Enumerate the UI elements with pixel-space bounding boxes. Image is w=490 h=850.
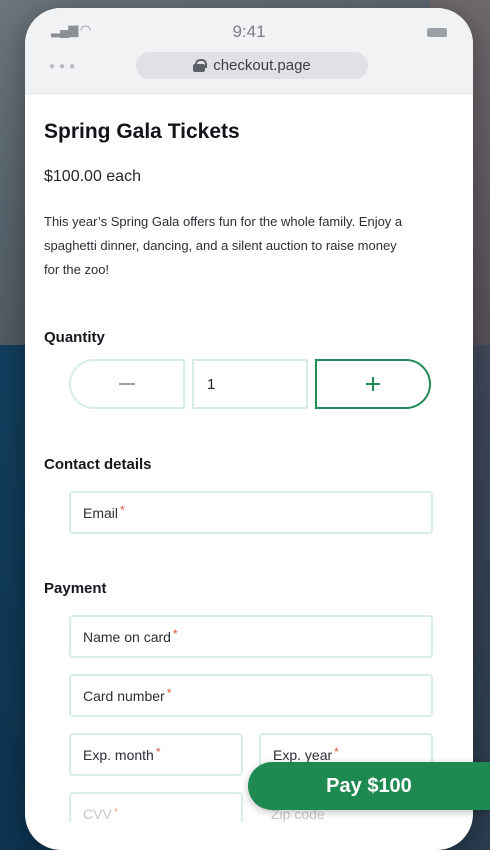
- pay-button[interactable]: Pay $100: [248, 762, 490, 810]
- page-title: Spring Gala Tickets: [44, 120, 240, 143]
- quantity-increment-button[interactable]: [315, 359, 431, 409]
- cvv-field[interactable]: CVV *: [69, 792, 243, 822]
- exp-month-placeholder: Exp. month: [83, 746, 154, 763]
- quantity-input[interactable]: 1: [192, 359, 308, 409]
- url-bar[interactable]: checkout.page: [136, 52, 368, 79]
- quantity-value: 1: [207, 375, 216, 393]
- card-number-field[interactable]: Card number *: [69, 674, 433, 717]
- required-marker: *: [120, 502, 125, 517]
- minus-icon: [119, 383, 135, 385]
- cvv-placeholder: CVV: [83, 806, 112, 822]
- url-text: checkout.page: [213, 57, 311, 74]
- email-placeholder: Email: [83, 504, 119, 521]
- plus-icon: [366, 377, 380, 391]
- exp-month-field[interactable]: Exp. month *: [69, 733, 243, 776]
- exp-year-placeholder: Exp. year: [273, 746, 333, 763]
- card-number-placeholder: Card number: [83, 687, 165, 704]
- ticket-price: $100.00 each: [44, 168, 141, 185]
- battery-icon: [427, 28, 447, 37]
- quantity-decrement-button[interactable]: [69, 359, 185, 409]
- name-on-card-field[interactable]: Name on card *: [69, 615, 433, 658]
- required-marker: *: [113, 805, 119, 819]
- status-time: 9:41: [232, 22, 266, 41]
- contact-details-label: Contact details: [44, 456, 152, 473]
- required-marker: *: [166, 685, 172, 700]
- email-field[interactable]: Email *: [69, 491, 433, 534]
- browser-chrome: ▂▄▆ ◠ 9:41 ●●● checkout.page: [25, 8, 473, 94]
- required-marker: *: [172, 626, 178, 641]
- window-dots-icon: ●●●: [49, 61, 80, 72]
- event-description: This year’s Spring Gala offers fun for t…: [44, 214, 403, 277]
- required-marker: *: [334, 744, 339, 759]
- lock-icon: [193, 59, 208, 72]
- quantity-label: Quantity: [44, 329, 105, 346]
- status-bar: ▂▄▆ ◠ 9:41: [25, 22, 473, 44]
- required-marker: *: [155, 744, 161, 759]
- payment-label: Payment: [44, 580, 107, 597]
- name-on-card-placeholder: Name on card: [83, 628, 171, 645]
